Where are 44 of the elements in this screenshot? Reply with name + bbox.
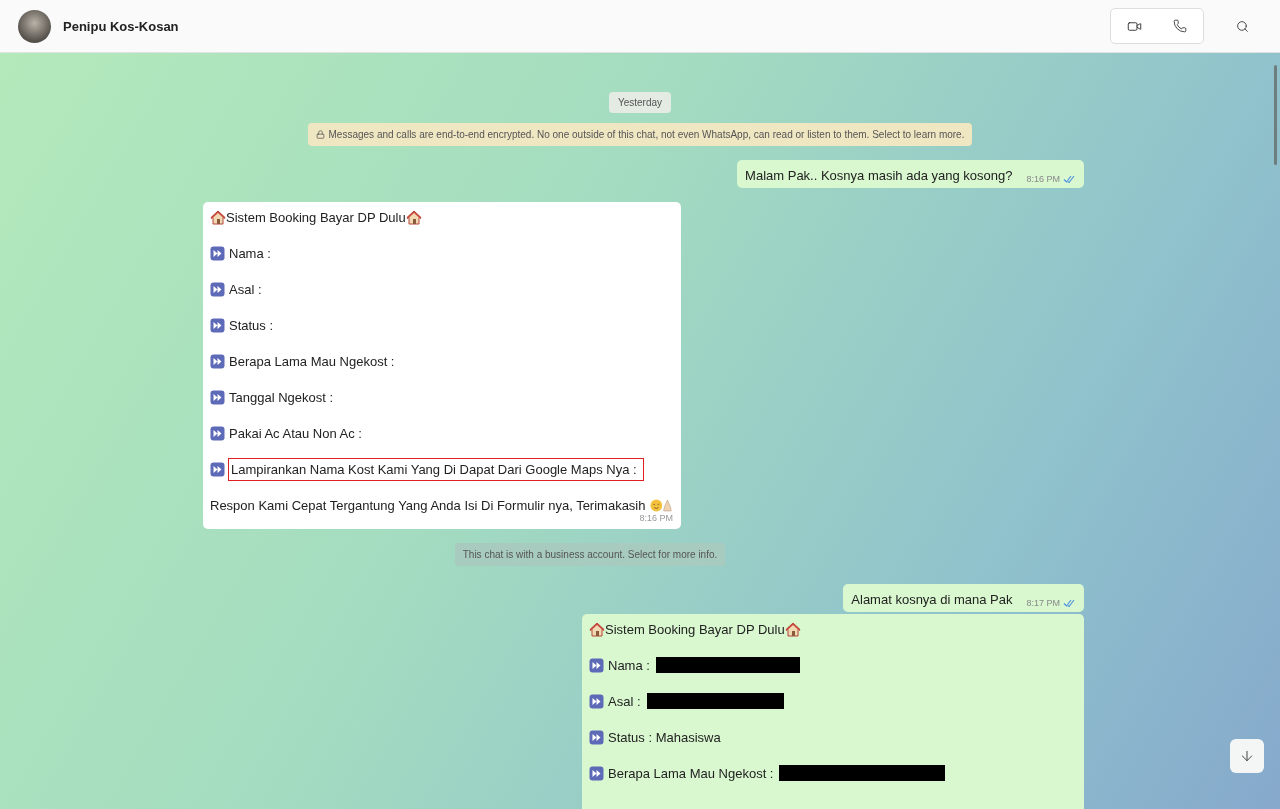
house-icon [784, 621, 801, 637]
fast-forward-icon [589, 657, 604, 673]
fast-forward-icon [589, 729, 604, 745]
search-icon [1235, 19, 1249, 33]
fast-forward-icon [210, 317, 225, 333]
form-field-label: Tanggal Ngekost : [229, 389, 334, 405]
fast-forward-icon [210, 389, 225, 405]
fast-forward-icon [210, 425, 225, 441]
scroll-down-button[interactable] [1230, 739, 1264, 773]
form-title: Sistem Booking Bayar DP Dulu [226, 209, 406, 225]
form-field-label: Status : [229, 317, 274, 333]
form-field-label: Nama : [229, 245, 271, 261]
form-field-label: Asal : [608, 693, 641, 709]
fast-forward-icon [210, 461, 225, 477]
outgoing-message: Alamat kosnya di mana Pak 8:17 PM [843, 584, 1084, 612]
form-field-label: Berapa Lama Mau Ngekost : [608, 765, 774, 781]
message-time: 8:16 PM [639, 513, 673, 523]
fast-forward-icon [589, 765, 604, 781]
form-field-label: Asal : [229, 281, 262, 297]
form-field-label: Berapa Lama Mau Ngekost : [229, 353, 395, 369]
date-chip: Yesterday [608, 92, 672, 113]
fast-forward-icon [589, 693, 604, 709]
form-field-label: Nama : [608, 657, 650, 673]
form-field-label: Lampirankan Nama Kost Kami Yang Di Dapat Dari Google Maps Nya : [228, 457, 644, 481]
phone-icon [1173, 19, 1187, 33]
fast-forward-icon [210, 353, 225, 369]
form-closing-text: Respon Kami Cepat Tergantung Yang Anda Isi Di Formulir nya, Terimakasih [210, 497, 646, 513]
house-icon [589, 621, 605, 637]
fast-forward-icon [210, 245, 225, 261]
form-field-label: Pakai Ac Atau Non Ac : [229, 425, 362, 441]
scrollbar[interactable] [1274, 65, 1277, 165]
encryption-notice[interactable]: Messages and calls are end-to-end encrypted. No one outside of this chat, not even WhatsApp, can read or listen to them. Select to learn more. [307, 123, 973, 146]
praying-hands-icon [662, 497, 673, 513]
form-field-label: Status : Mahasiswa [608, 729, 721, 745]
house-icon [210, 209, 226, 225]
business-account-notice[interactable]: This chat is with a business account. Select for more info. [454, 543, 726, 566]
lock-icon [315, 130, 325, 139]
house-icon [405, 209, 422, 225]
contact-name: Penipu Kos-Kosan [63, 18, 180, 34]
outgoing-message: Malam Pak.. Kosnya masih ada yang kosong? 8:16 PM [737, 160, 1084, 188]
fast-forward-icon [210, 281, 225, 297]
smiling-face-icon [649, 497, 663, 513]
contact-avatar[interactable] [18, 9, 51, 43]
form-title: Sistem Booking Bayar DP Dulu [605, 621, 785, 637]
